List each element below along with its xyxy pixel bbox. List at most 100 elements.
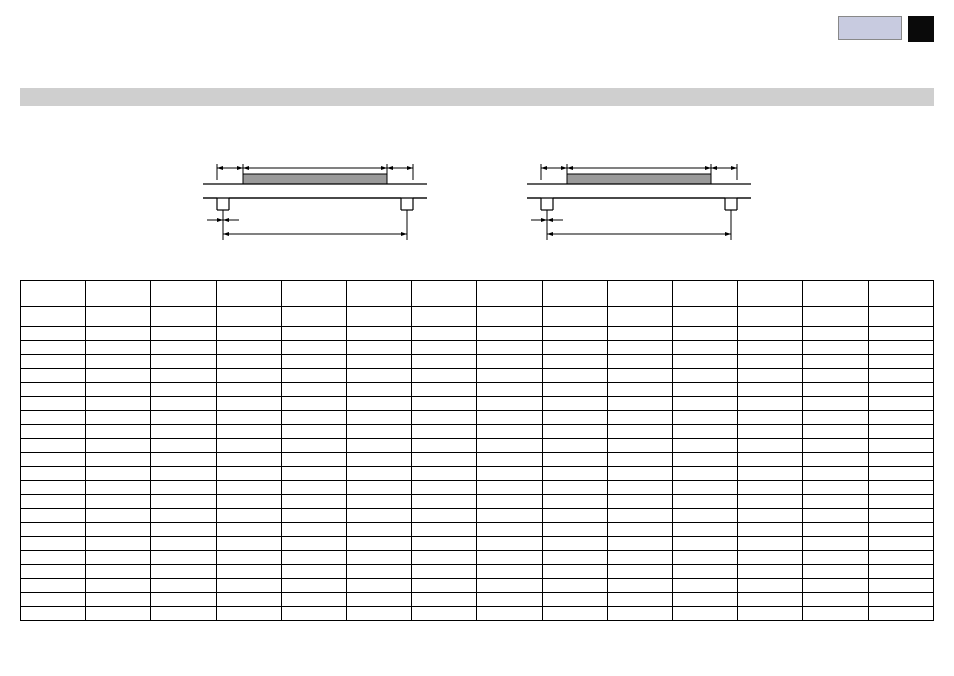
table-cell <box>673 307 738 327</box>
table-cell <box>607 607 672 621</box>
table-cell <box>86 281 151 307</box>
table-cell <box>868 481 933 495</box>
table-cell <box>477 481 542 495</box>
table-cell <box>151 593 216 607</box>
table-cell <box>607 467 672 481</box>
table-cell <box>281 341 346 355</box>
table-cell <box>412 341 477 355</box>
table-row <box>21 607 934 621</box>
table-cell <box>281 495 346 509</box>
table-cell <box>607 425 672 439</box>
table-row <box>21 383 934 397</box>
table-cell <box>347 551 412 565</box>
table-cell <box>738 425 803 439</box>
table-cell <box>542 551 607 565</box>
diagram-right <box>527 154 751 242</box>
table-cell <box>86 495 151 509</box>
table-row <box>21 523 934 537</box>
table-cell <box>21 411 86 425</box>
table-cell <box>281 307 346 327</box>
table-cell <box>151 397 216 411</box>
diagram-left <box>203 154 427 242</box>
table-cell <box>281 607 346 621</box>
table-cell <box>738 593 803 607</box>
table-cell <box>216 411 281 425</box>
table-cell <box>21 509 86 523</box>
table-cell <box>673 509 738 523</box>
table-cell <box>151 579 216 593</box>
table-cell <box>803 607 868 621</box>
table-cell <box>281 439 346 453</box>
table-row <box>21 551 934 565</box>
table-cell <box>868 565 933 579</box>
table-cell <box>542 425 607 439</box>
table-cell <box>86 523 151 537</box>
table-cell <box>803 281 868 307</box>
table-row <box>21 579 934 593</box>
table-cell <box>86 307 151 327</box>
table-cell <box>803 327 868 341</box>
header-boxes <box>838 16 934 42</box>
table-cell <box>347 383 412 397</box>
table-cell <box>607 383 672 397</box>
table-cell <box>607 495 672 509</box>
table-cell <box>347 439 412 453</box>
table-cell <box>803 593 868 607</box>
table-cell <box>21 281 86 307</box>
table-cell <box>412 439 477 453</box>
table-cell <box>607 509 672 523</box>
table-cell <box>607 341 672 355</box>
table-row <box>21 593 934 607</box>
table-row <box>21 467 934 481</box>
table-cell <box>216 341 281 355</box>
table-cell <box>673 481 738 495</box>
table-cell <box>216 369 281 383</box>
table-cell <box>151 369 216 383</box>
table-cell <box>803 537 868 551</box>
table-cell <box>216 467 281 481</box>
table-row <box>21 341 934 355</box>
table-cell <box>803 307 868 327</box>
table-cell <box>542 355 607 369</box>
table-cell <box>803 355 868 369</box>
table-cell <box>607 439 672 453</box>
table-cell <box>477 495 542 509</box>
table-cell <box>868 607 933 621</box>
diagram-row <box>20 154 934 242</box>
table-cell <box>347 481 412 495</box>
table-cell <box>151 411 216 425</box>
table-cell <box>216 355 281 369</box>
table-cell <box>542 607 607 621</box>
table-cell <box>412 593 477 607</box>
table-cell <box>803 439 868 453</box>
table-cell <box>347 593 412 607</box>
table-cell <box>21 495 86 509</box>
table-cell <box>281 327 346 341</box>
table-cell <box>673 439 738 453</box>
table-cell <box>86 327 151 341</box>
table-cell <box>412 411 477 425</box>
table-cell <box>151 565 216 579</box>
table-cell <box>477 579 542 593</box>
table-cell <box>21 593 86 607</box>
table-cell <box>738 565 803 579</box>
table-cell <box>803 579 868 593</box>
table-cell <box>216 593 281 607</box>
table-cell <box>803 425 868 439</box>
table-cell <box>151 439 216 453</box>
table-cell <box>281 453 346 467</box>
table-cell <box>21 523 86 537</box>
table-cell <box>412 509 477 523</box>
table-cell <box>868 453 933 467</box>
table-cell <box>21 327 86 341</box>
table-cell <box>151 281 216 307</box>
table-cell <box>738 355 803 369</box>
table-cell <box>477 307 542 327</box>
table-cell <box>86 383 151 397</box>
table-row <box>21 453 934 467</box>
table-cell <box>542 495 607 509</box>
table-cell <box>151 307 216 327</box>
table-cell <box>412 467 477 481</box>
table-cell <box>477 425 542 439</box>
table-cell <box>607 453 672 467</box>
